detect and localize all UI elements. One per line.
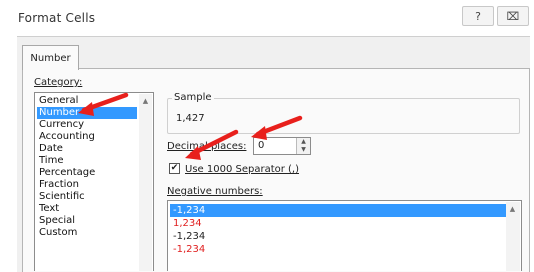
- sample-value: 1,427: [176, 113, 205, 124]
- category-item-currency[interactable]: Currency: [37, 119, 86, 131]
- thousands-separator-label: Use 1000 Separator (,): [185, 164, 300, 175]
- checkmark-icon: ✔: [170, 163, 179, 173]
- negative-format-item[interactable]: 1,234: [170, 217, 205, 230]
- negative-numbers-list[interactable]: -1,234 1,234 -1,234 -1,234 ▲: [167, 200, 522, 271]
- category-label: Category:: [34, 77, 83, 88]
- negative-list-scrollbar[interactable]: ▲: [506, 202, 520, 271]
- category-item-special[interactable]: Special: [37, 215, 77, 227]
- category-item-time[interactable]: Time: [37, 155, 65, 167]
- scroll-up-icon[interactable]: ▲: [506, 202, 519, 216]
- sample-group: [167, 98, 520, 134]
- category-item-date[interactable]: Date: [37, 143, 65, 155]
- chevron-up-icon[interactable]: ▲: [297, 138, 310, 146]
- decimal-places-stepper[interactable]: 0 ▲ ▼: [253, 137, 311, 155]
- negative-format-item[interactable]: -1,234: [170, 204, 506, 217]
- negative-format-item[interactable]: -1,234: [170, 230, 208, 243]
- category-item-accounting[interactable]: Accounting: [37, 131, 97, 143]
- negative-format-item[interactable]: -1,234: [170, 243, 208, 256]
- sample-label: Sample: [172, 92, 214, 103]
- category-scrollbar[interactable]: ▲: [139, 94, 152, 271]
- help-icon: ?: [475, 9, 481, 23]
- category-item-number[interactable]: Number: [37, 107, 137, 119]
- category-item-general[interactable]: General: [37, 95, 80, 107]
- close-button[interactable]: ⌧: [497, 6, 529, 26]
- close-icon: ⌧: [506, 9, 520, 23]
- category-item-fraction[interactable]: Fraction: [37, 179, 81, 191]
- category-item-scientific[interactable]: Scientific: [37, 191, 87, 203]
- scroll-up-icon[interactable]: ▲: [139, 94, 152, 108]
- category-list[interactable]: General Number Currency Accounting Date …: [34, 92, 154, 271]
- category-item-text[interactable]: Text: [37, 203, 61, 215]
- decimal-places-label: Decimal places:: [167, 141, 247, 152]
- chevron-down-icon[interactable]: ▼: [297, 146, 310, 154]
- tab-number[interactable]: Number: [22, 45, 79, 70]
- category-item-percentage[interactable]: Percentage: [37, 167, 97, 179]
- dialog-title: Format Cells: [18, 11, 96, 25]
- title-bar: Format Cells ? ⌧: [0, 0, 534, 34]
- category-item-custom[interactable]: Custom: [37, 227, 79, 239]
- decimal-places-value: 0: [258, 140, 265, 151]
- help-button[interactable]: ?: [462, 6, 494, 26]
- negative-numbers-label: Negative numbers:: [167, 186, 263, 197]
- thousands-separator-checkbox[interactable]: ✔: [169, 163, 180, 174]
- stepper-buttons: ▲ ▼: [296, 138, 310, 154]
